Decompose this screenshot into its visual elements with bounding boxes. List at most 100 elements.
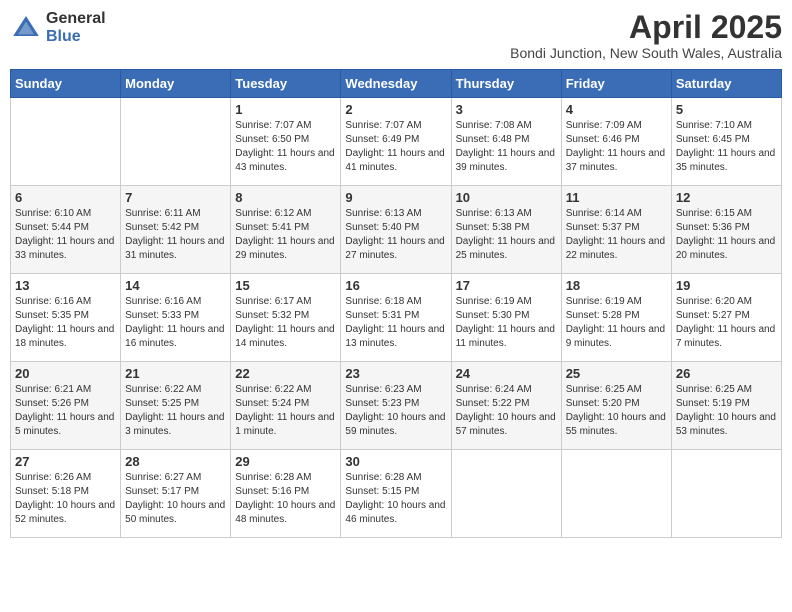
day-info: Sunrise: 6:15 AM Sunset: 5:36 PM Dayligh…: [676, 207, 777, 263]
day-number: 26: [676, 366, 777, 381]
location-subtitle: Bondi Junction, New South Wales, Austral…: [510, 45, 782, 61]
day-number: 22: [235, 366, 336, 381]
day-number: 24: [456, 366, 557, 381]
calendar-day-cell: 6Sunrise: 6:10 AM Sunset: 5:44 PM Daylig…: [11, 186, 121, 274]
day-info: Sunrise: 6:20 AM Sunset: 5:27 PM Dayligh…: [676, 295, 777, 351]
calendar-day-cell: 26Sunrise: 6:25 AM Sunset: 5:19 PM Dayli…: [671, 362, 781, 450]
page-header: General Blue April 2025 Bondi Junction, …: [10, 10, 782, 61]
calendar-day-cell: 1 Sunrise: 7:07 AM Sunset: 6:50 PM Daylig…: [231, 98, 341, 186]
day-info: Sunrise: 6:28 AM Sunset: 5:16 PM Dayligh…: [235, 471, 336, 527]
day-info: Sunrise: 6:21 AM Sunset: 5:26 PM Dayligh…: [15, 383, 116, 439]
day-number: 25: [566, 366, 667, 381]
calendar-day-cell: 21 Sunrise: 6:22 AM Sunset: 5:25 PM Dayli…: [121, 362, 231, 450]
calendar-day-cell: 10 Sunrise: 6:13 AM Sunset: 5:38 PM Dayli…: [451, 186, 561, 274]
calendar-day-cell: 18 Sunrise: 6:19 AM Sunset: 5:28 PM Dayli…: [561, 274, 671, 362]
day-info: Sunrise: 6:19 AM Sunset: 5:30 PM Dayligh…: [456, 295, 557, 351]
header-row: SundayMondayTuesdayWednesdayThursdayFrid…: [11, 70, 782, 98]
calendar-day-cell: 28 Sunrise: 6:27 AM Sunset: 5:17 PM Dayli…: [121, 450, 231, 538]
calendar-day-cell: 27 Sunrise: 6:26 AM Sunset: 5:18 PM Dayli…: [11, 450, 121, 538]
day-info: Sunrise: 6:13 AM Sunset: 5:38 PM Dayligh…: [456, 207, 557, 263]
day-info: Sunrise: 6:22 AM Sunset: 5:25 PM Dayligh…: [125, 383, 226, 439]
day-header-wednesday: Wednesday: [341, 70, 451, 98]
day-number: 30: [345, 454, 446, 469]
logo: General Blue: [10, 10, 106, 45]
day-number: 20: [15, 366, 116, 381]
calendar-day-cell: [11, 98, 121, 186]
day-number: 11: [566, 190, 667, 205]
calendar-day-cell: 22 Sunrise: 6:22 AM Sunset: 5:24 PM Dayli…: [231, 362, 341, 450]
day-number: 8: [235, 190, 336, 205]
calendar-day-cell: 25Sunrise: 6:25 AM Sunset: 5:20 PM Dayli…: [561, 362, 671, 450]
day-number: 21: [125, 366, 226, 381]
day-number: 2: [345, 102, 446, 117]
day-info: Sunrise: 7:09 AM Sunset: 6:46 PM Dayligh…: [566, 119, 667, 175]
day-info: Sunrise: 6:22 AM Sunset: 5:24 PM Dayligh…: [235, 383, 336, 439]
day-info: Sunrise: 7:10 AM Sunset: 6:45 PM Dayligh…: [676, 119, 777, 175]
day-info: Sunrise: 6:16 AM Sunset: 5:35 PM Dayligh…: [15, 295, 116, 351]
calendar-week-row: 27 Sunrise: 6:26 AM Sunset: 5:18 PM Dayli…: [11, 450, 782, 538]
day-info: Sunrise: 6:12 AM Sunset: 5:41 PM Dayligh…: [235, 207, 336, 263]
day-number: 14: [125, 278, 226, 293]
day-info: Sunrise: 6:16 AM Sunset: 5:33 PM Dayligh…: [125, 295, 226, 351]
logo-blue-text: Blue: [46, 28, 106, 46]
day-number: 18: [566, 278, 667, 293]
calendar-body: 1 Sunrise: 7:07 AM Sunset: 6:50 PM Daylig…: [11, 98, 782, 538]
calendar-day-cell: 14 Sunrise: 6:16 AM Sunset: 5:33 PM Dayli…: [121, 274, 231, 362]
calendar-day-cell: 24 Sunrise: 6:24 AM Sunset: 5:22 PM Dayli…: [451, 362, 561, 450]
day-number: 13: [15, 278, 116, 293]
calendar-table: SundayMondayTuesdayWednesdayThursdayFrid…: [10, 69, 782, 538]
calendar-header: SundayMondayTuesdayWednesdayThursdayFrid…: [11, 70, 782, 98]
day-number: 1: [235, 102, 336, 117]
day-info: Sunrise: 6:19 AM Sunset: 5:28 PM Dayligh…: [566, 295, 667, 351]
calendar-day-cell: [121, 98, 231, 186]
calendar-day-cell: 13 Sunrise: 6:16 AM Sunset: 5:35 PM Dayli…: [11, 274, 121, 362]
calendar-day-cell: 17 Sunrise: 6:19 AM Sunset: 5:30 PM Dayli…: [451, 274, 561, 362]
calendar-day-cell: 11 Sunrise: 6:14 AM Sunset: 5:37 PM Dayli…: [561, 186, 671, 274]
calendar-day-cell: 16 Sunrise: 6:18 AM Sunset: 5:31 PM Dayli…: [341, 274, 451, 362]
calendar-day-cell: 7Sunrise: 6:11 AM Sunset: 5:42 PM Daylig…: [121, 186, 231, 274]
day-number: 4: [566, 102, 667, 117]
calendar-day-cell: 12 Sunrise: 6:15 AM Sunset: 5:36 PM Dayli…: [671, 186, 781, 274]
day-number: 27: [15, 454, 116, 469]
logo-icon: [10, 12, 42, 44]
day-header-sunday: Sunday: [11, 70, 121, 98]
day-info: Sunrise: 6:18 AM Sunset: 5:31 PM Dayligh…: [345, 295, 446, 351]
calendar-day-cell: 19 Sunrise: 6:20 AM Sunset: 5:27 PM Dayli…: [671, 274, 781, 362]
calendar-day-cell: 8 Sunrise: 6:12 AM Sunset: 5:41 PM Daylig…: [231, 186, 341, 274]
calendar-day-cell: [451, 450, 561, 538]
day-info: Sunrise: 6:27 AM Sunset: 5:17 PM Dayligh…: [125, 471, 226, 527]
calendar-day-cell: [561, 450, 671, 538]
calendar-day-cell: 2Sunrise: 7:07 AM Sunset: 6:49 PM Daylig…: [341, 98, 451, 186]
calendar-day-cell: 20 Sunrise: 6:21 AM Sunset: 5:26 PM Dayli…: [11, 362, 121, 450]
title-block: April 2025 Bondi Junction, New South Wal…: [510, 10, 782, 61]
day-number: 7: [125, 190, 226, 205]
calendar-day-cell: 9Sunrise: 6:13 AM Sunset: 5:40 PM Daylig…: [341, 186, 451, 274]
day-info: Sunrise: 6:24 AM Sunset: 5:22 PM Dayligh…: [456, 383, 557, 439]
calendar-day-cell: 5 Sunrise: 7:10 AM Sunset: 6:45 PM Daylig…: [671, 98, 781, 186]
day-header-saturday: Saturday: [671, 70, 781, 98]
day-header-monday: Monday: [121, 70, 231, 98]
calendar-day-cell: 30 Sunrise: 6:28 AM Sunset: 5:15 PM Dayli…: [341, 450, 451, 538]
day-info: Sunrise: 6:26 AM Sunset: 5:18 PM Dayligh…: [15, 471, 116, 527]
day-header-tuesday: Tuesday: [231, 70, 341, 98]
day-number: 16: [345, 278, 446, 293]
day-number: 19: [676, 278, 777, 293]
month-title: April 2025: [510, 10, 782, 45]
calendar-day-cell: 15Sunrise: 6:17 AM Sunset: 5:32 PM Dayli…: [231, 274, 341, 362]
calendar-day-cell: [671, 450, 781, 538]
day-number: 3: [456, 102, 557, 117]
day-info: Sunrise: 7:07 AM Sunset: 6:50 PM Dayligh…: [235, 119, 336, 175]
day-number: 10: [456, 190, 557, 205]
day-number: 5: [676, 102, 777, 117]
calendar-day-cell: 23 Sunrise: 6:23 AM Sunset: 5:23 PM Dayli…: [341, 362, 451, 450]
calendar-week-row: 13 Sunrise: 6:16 AM Sunset: 5:35 PM Dayli…: [11, 274, 782, 362]
day-info: Sunrise: 6:28 AM Sunset: 5:15 PM Dayligh…: [345, 471, 446, 527]
day-number: 17: [456, 278, 557, 293]
day-number: 23: [345, 366, 446, 381]
day-info: Sunrise: 7:08 AM Sunset: 6:48 PM Dayligh…: [456, 119, 557, 175]
day-number: 28: [125, 454, 226, 469]
day-number: 29: [235, 454, 336, 469]
day-number: 12: [676, 190, 777, 205]
day-info: Sunrise: 6:14 AM Sunset: 5:37 PM Dayligh…: [566, 207, 667, 263]
day-info: Sunrise: 6:23 AM Sunset: 5:23 PM Dayligh…: [345, 383, 446, 439]
